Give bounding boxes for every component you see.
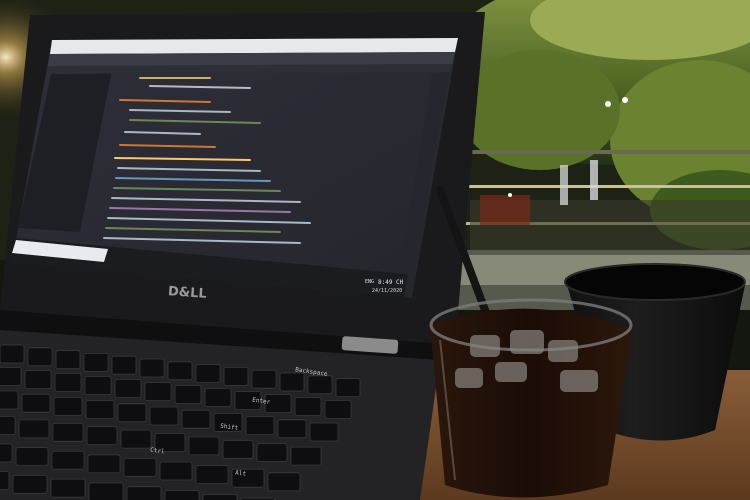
keyboard-key (117, 403, 147, 423)
keyboard-key (213, 412, 243, 432)
keyboard-key (204, 388, 232, 407)
keyboard-key (159, 461, 193, 481)
keyboard-key (294, 397, 322, 416)
keyboard-key (0, 344, 25, 364)
keyboard-key (335, 378, 361, 398)
keyboard-key (245, 416, 275, 436)
keyboard-key (167, 361, 193, 381)
keyboard-key (195, 364, 221, 384)
keyboard-key (85, 400, 115, 420)
keyboard-key (307, 375, 333, 395)
keyboard-key (55, 350, 81, 370)
keyboard-key (18, 419, 50, 439)
keyboard-key (154, 433, 186, 452)
keyboard-key (27, 347, 53, 367)
keyboard-key (84, 376, 112, 395)
keyboard-key (174, 385, 202, 404)
keyboard-key (144, 382, 172, 401)
keyboard-key (139, 358, 165, 378)
keyboard-key (309, 422, 339, 442)
photo-scene (0, 0, 750, 500)
keyboard-key (251, 369, 277, 389)
keyboard-key (164, 490, 200, 500)
keyboard-key (53, 396, 83, 416)
keyboard-key (231, 468, 265, 488)
keyboard-key (111, 355, 137, 375)
keyboard-key (202, 493, 238, 500)
keyboard-key (0, 416, 16, 435)
keyboard-key (24, 370, 52, 389)
iced-drink-glass (429, 298, 633, 498)
keyboard-key (234, 391, 262, 410)
keyboard-key (0, 471, 10, 490)
keyboard-key (279, 372, 305, 392)
keyboard-key (51, 450, 85, 470)
keyboard-key (188, 436, 220, 456)
keyboard-key (83, 352, 109, 372)
keyboard-key (0, 390, 19, 410)
keyboard-key (0, 443, 13, 463)
keyboard-key (223, 366, 249, 386)
keyboard-key (54, 373, 82, 392)
keyboard-key (267, 472, 301, 492)
keyboard-key (126, 486, 162, 500)
keyboard-key (123, 457, 157, 477)
keyboard-key (181, 409, 211, 429)
keyboard-key (277, 419, 307, 439)
keyboard-key (0, 367, 22, 386)
keyboard-key (21, 393, 51, 413)
keyboard-key (290, 446, 322, 466)
keyboard-key (86, 426, 118, 446)
keyboard-key (15, 447, 49, 467)
keyboard-key (324, 400, 352, 419)
keyboard-key (52, 422, 84, 442)
keyboard-key (50, 478, 86, 498)
keyboard-key (87, 454, 121, 474)
keyboard-key (88, 482, 124, 500)
keyboard-key (222, 439, 254, 459)
keyboard-key (12, 474, 48, 494)
keyboard-key (264, 394, 292, 413)
keyboard-key (149, 406, 179, 426)
keyboard-key (195, 465, 229, 485)
keyboard-key (114, 379, 142, 398)
keyboard-key (256, 443, 288, 463)
keyboard-key (120, 429, 152, 449)
